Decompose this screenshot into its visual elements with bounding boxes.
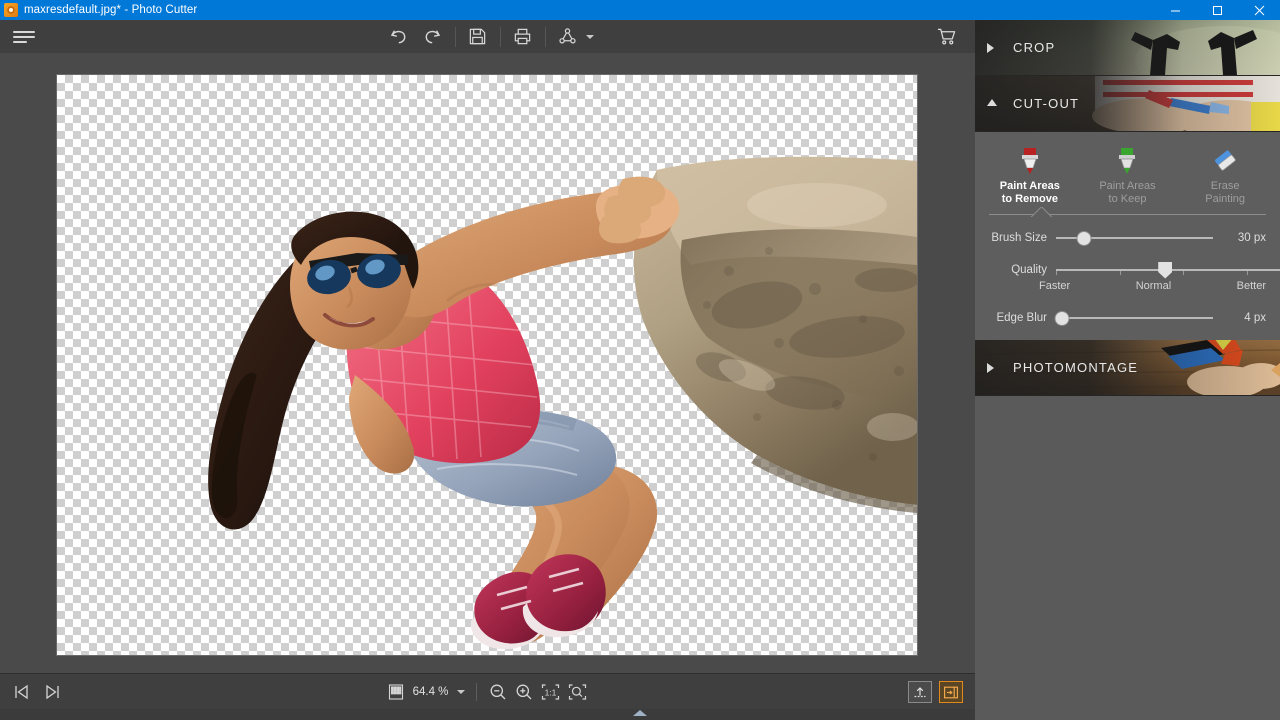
toolbar-separator: [544, 26, 546, 47]
photo-cutter-window: maxresdefault.jpg* - Photo Cutter 64.4 %…: [0, 0, 1280, 720]
cutout-tools: Paint Areas to Remove Paint Areas to Kee…: [975, 140, 1280, 206]
cutout-collapse-arrow-icon[interactable]: [987, 98, 997, 106]
expand-panel-chevron-icon[interactable]: [633, 710, 647, 716]
section-header-photomontage[interactable]: PHOTOMONTAGE: [975, 340, 1280, 396]
save-button[interactable]: [461, 23, 495, 51]
print-button[interactable]: [506, 23, 540, 51]
brush-size-label: Brush Size: [991, 232, 1047, 244]
image-navigation: [12, 682, 62, 702]
undo-button[interactable]: [382, 23, 416, 51]
slider-brush-size[interactable]: Brush Size 30 px: [975, 226, 1280, 250]
image-canvas[interactable]: [57, 75, 917, 655]
toolbar-separator: [454, 26, 456, 47]
title-bar: maxresdefault.jpg* - Photo Cutter: [0, 0, 1280, 20]
app-icon: [4, 3, 18, 17]
slider-quality[interactable]: Quality: [975, 258, 1280, 282]
edge-blur-value: 4 px: [1244, 312, 1266, 324]
share-dropdown-caret-icon[interactable]: [585, 34, 594, 39]
cutout-label: CUT-OUT: [1013, 96, 1080, 111]
toolbar-button-group: [0, 23, 975, 51]
tool-label-line2: Painting: [1205, 193, 1246, 205]
tool-paint-areas-to-keep[interactable]: Paint Areas to Keep: [1081, 144, 1173, 206]
photomontage-label: PHOTOMONTAGE: [1013, 360, 1139, 375]
status-bar: 64.4 % 1:1: [0, 673, 975, 710]
zoom-level-value[interactable]: 64.4 %: [413, 686, 449, 698]
toolbar-separator: [499, 26, 501, 47]
red-marker-icon: [1017, 147, 1043, 175]
fit-to-window-icon[interactable]: [387, 683, 405, 701]
first-image-button[interactable]: [12, 682, 32, 702]
window-controls: [1154, 0, 1280, 20]
zoom-in-button[interactable]: [514, 682, 534, 702]
edge-blur-handle[interactable]: [1055, 311, 1069, 325]
effects-panel: CROP CUT-OUT Paint Areas to Remove Paint…: [975, 20, 1280, 720]
share-button[interactable]: [551, 23, 585, 51]
next-image-button[interactable]: [42, 682, 62, 702]
svg-text:1:1: 1:1: [545, 688, 557, 698]
edge-blur-label: Edge Blur: [996, 312, 1047, 324]
crop-label: CROP: [1013, 40, 1056, 55]
cutout-subject-image: [208, 156, 917, 650]
statusbar-separator: [476, 683, 478, 701]
fit-to-screen-button[interactable]: [567, 682, 588, 702]
tool-label-line2: to Keep: [1108, 193, 1147, 205]
brush-size-handle[interactable]: [1077, 231, 1091, 245]
quality-label: Quality: [1011, 264, 1047, 276]
brush-size-value: 30 px: [1237, 232, 1266, 244]
edge-blur-track[interactable]: [1055, 306, 1213, 330]
output-actions: [908, 681, 963, 703]
tool-paint-areas-to-remove[interactable]: Paint Areas to Remove: [984, 144, 1076, 206]
zoom-controls: 64.4 % 1:1: [0, 682, 975, 702]
tool-label-line2: to Remove: [1001, 193, 1058, 205]
zoom-out-button[interactable]: [488, 682, 508, 702]
section-header-cutout[interactable]: CUT-OUT: [975, 76, 1280, 132]
selected-tool-indicator: [989, 210, 1266, 220]
canvas-area[interactable]: [0, 53, 1079, 673]
compare-button[interactable]: [939, 681, 963, 703]
zoom-dropdown-caret-icon[interactable]: [457, 690, 466, 694]
tool-label-line1: Paint Areas: [999, 180, 1060, 192]
export-button[interactable]: [908, 681, 932, 703]
window-title: maxresdefault.jpg* - Photo Cutter: [24, 4, 198, 16]
tool-erase-painting[interactable]: Erase Painting: [1179, 144, 1271, 206]
eraser-icon: [1211, 147, 1239, 175]
slider-edge-blur[interactable]: Edge Blur 4 px: [975, 306, 1280, 330]
tool-label-line1: Erase: [1210, 180, 1240, 192]
brush-size-track[interactable]: [1056, 226, 1213, 250]
green-marker-icon: [1114, 147, 1140, 175]
panel-empty-area: [975, 396, 1280, 720]
close-button[interactable]: [1238, 0, 1280, 20]
cutout-panel-body: Paint Areas to Remove Paint Areas to Kee…: [975, 132, 1280, 340]
photomontage-expand-arrow-icon[interactable]: [987, 362, 994, 373]
redo-button[interactable]: [416, 23, 450, 51]
crop-expand-arrow-icon[interactable]: [987, 42, 994, 53]
section-header-crop[interactable]: CROP: [975, 20, 1280, 76]
panel-collapse-arrow-icon[interactable]: [1271, 363, 1280, 377]
tool-label-line1: Paint Areas: [1099, 180, 1156, 192]
quality-track[interactable]: [1056, 258, 1280, 282]
cart-button[interactable]: [931, 23, 961, 51]
maximize-button[interactable]: [1196, 0, 1238, 20]
main-toolbar: [0, 20, 975, 54]
hamburger-menu-icon[interactable]: [10, 26, 40, 48]
actual-size-button[interactable]: 1:1: [540, 682, 561, 702]
minimize-button[interactable]: [1154, 0, 1196, 20]
